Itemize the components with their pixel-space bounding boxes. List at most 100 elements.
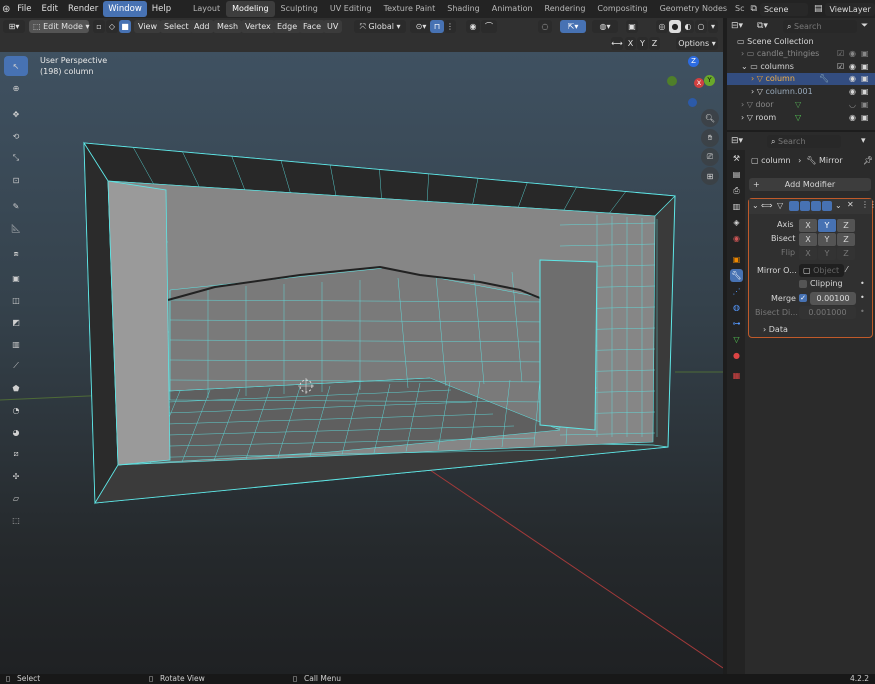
menu-window[interactable]: Window xyxy=(103,1,147,17)
shrink-fatten-tool-icon[interactable]: ✣ xyxy=(4,466,28,486)
tab-scripting[interactable]: Sc xyxy=(733,1,746,17)
view-layer-icon[interactable]: ▤ xyxy=(814,4,823,14)
menu-face[interactable]: Face xyxy=(299,20,326,33)
tab-sculpting[interactable]: Sculpting xyxy=(275,1,324,17)
move-tool-icon[interactable]: ✥ xyxy=(4,104,28,124)
mirror-z-toggle[interactable]: Z xyxy=(649,37,660,50)
grid-projection-icon[interactable]: ⊞ xyxy=(701,167,719,185)
tab-rendering[interactable]: Rendering xyxy=(539,1,592,17)
wireframe-shading-button[interactable]: ◎ xyxy=(656,20,668,33)
tab-compositing[interactable]: Compositing xyxy=(591,1,653,17)
loop-cut-tool-icon[interactable]: ▥ xyxy=(4,334,28,354)
transform-tool-icon[interactable]: ⊡ xyxy=(4,170,28,190)
cursor-tool-icon[interactable]: ⊕ xyxy=(4,78,28,98)
outliner-row-candle-thingies[interactable]: › ▭ candle_thingies ☑ ◉ ▣ xyxy=(727,48,875,60)
clipping-checkbox[interactable] xyxy=(799,280,807,288)
eyedropper-icon[interactable]: ⁄ xyxy=(846,265,847,274)
remove-modifier-icon[interactable]: ✕ xyxy=(847,200,854,209)
object-tab-icon[interactable]: ▣ xyxy=(730,253,743,266)
texture-tab-icon[interactable]: ▦ xyxy=(730,369,743,382)
camera-render-icon[interactable]: ▣ xyxy=(861,48,869,60)
outliner-row-column-001[interactable]: › ▽ column.001 ◉ ▣ xyxy=(727,86,875,98)
flip-z-toggle[interactable]: Z xyxy=(837,247,855,260)
add-cube-tool-icon[interactable]: ⧈ xyxy=(4,244,28,264)
xray-toggle[interactable]: ▣ xyxy=(626,20,638,33)
drag-handle-icon[interactable]: ⋮⋮ xyxy=(861,200,875,209)
properties-options-icon[interactable]: ▾ xyxy=(861,136,866,146)
render-tab-icon[interactable]: ▤ xyxy=(730,168,743,181)
y-axis-handle[interactable]: Y xyxy=(704,75,715,86)
pin-icon[interactable]: 📌︎ xyxy=(863,156,873,165)
tab-shading[interactable]: Shading xyxy=(441,1,486,17)
pivot-selector[interactable]: ⊙▾ xyxy=(410,20,432,33)
z-axis-handle[interactable]: Z xyxy=(688,56,699,67)
bevel-tool-icon[interactable]: ◩ xyxy=(4,312,28,332)
scene-canvas[interactable] xyxy=(0,52,723,674)
modifier-tab-icon[interactable]: 🔧︎ xyxy=(730,269,743,282)
edge-slide-tool-icon[interactable]: ⧄ xyxy=(4,444,28,464)
menu-help[interactable]: Help xyxy=(147,1,176,17)
tab-modeling[interactable]: Modeling xyxy=(226,1,275,17)
view-layer-selector[interactable]: ViewLayer xyxy=(825,2,875,16)
tab-uv-editing[interactable]: UV Editing xyxy=(324,1,378,17)
collapse-icon[interactable]: ⌄ xyxy=(752,201,759,210)
merge-checkbox[interactable]: ✓ xyxy=(799,294,807,302)
axis-z-toggle[interactable]: Z xyxy=(837,219,855,232)
scene-icon[interactable]: ⧉ xyxy=(751,4,757,14)
menu-select[interactable]: Select xyxy=(160,20,193,33)
mirror-y-toggle[interactable]: Y xyxy=(637,37,648,50)
outliner-row-door[interactable]: › ▽ door ▽ ◡ ▣ xyxy=(727,99,875,111)
knife-tool-icon[interactable]: ⟋ xyxy=(4,356,28,376)
menu-uv[interactable]: UV xyxy=(323,20,343,33)
outliner-editor-icon[interactable]: ⊟▾ xyxy=(731,21,743,31)
solid-shading-button[interactable]: ● xyxy=(669,20,681,33)
x-axis-handle[interactable]: X xyxy=(694,78,704,88)
face-select-button[interactable]: ■ xyxy=(119,20,131,33)
menu-view[interactable]: View xyxy=(134,20,161,33)
checkbox-icon[interactable]: ☑ xyxy=(837,48,844,60)
editor-type-button[interactable]: ⊞▾ xyxy=(3,20,25,33)
keyframe-dot-icon[interactable]: • xyxy=(860,307,865,316)
properties-editor-icon[interactable]: ⊟▾ xyxy=(731,136,743,146)
options-dropdown[interactable]: Options ▾ xyxy=(676,37,718,50)
mode-selector[interactable]: ⬚ Edit Mode ▾ xyxy=(29,20,90,33)
outliner-row-room[interactable]: › ▽ room ▽ ◉ ▣ xyxy=(727,112,875,124)
output-tab-icon[interactable]: ⎙ xyxy=(730,184,743,197)
flip-x-toggle[interactable]: X xyxy=(799,247,817,260)
scale-tool-icon[interactable]: ⤡ xyxy=(4,148,28,168)
bisect-y-toggle[interactable]: Y xyxy=(818,233,836,246)
add-modifier-button[interactable]: + Add Modifier xyxy=(749,178,871,191)
particles-tab-icon[interactable]: ⋰ xyxy=(730,285,743,298)
menu-render[interactable]: Render xyxy=(63,1,103,17)
data-subpanel-toggle[interactable]: › Data xyxy=(763,325,788,334)
properties-search-input[interactable]: ⌕ Search xyxy=(767,135,841,148)
spin-tool-icon[interactable]: ◔ xyxy=(4,400,28,420)
keyframe-dot-icon[interactable]: • xyxy=(860,279,865,288)
bisect-x-toggle[interactable]: X xyxy=(799,233,817,246)
overlay-toggle[interactable]: ◍▾ xyxy=(592,20,618,33)
outliner-search-input[interactable]: ⌕ Search xyxy=(783,20,857,33)
render-toggle[interactable] xyxy=(822,201,832,211)
tab-geometry-nodes[interactable]: Geometry Nodes xyxy=(654,1,733,17)
expand-arrow-icon[interactable]: › ▭ xyxy=(727,49,757,58)
neg-z-axis-handle[interactable] xyxy=(688,98,697,107)
collapse-arrow-icon[interactable]: ⌄ ▭ xyxy=(727,62,760,71)
mirror-options-icon[interactable]: ⟷ xyxy=(611,37,623,50)
outliner-row-column[interactable]: › ▽ column 🔧︎ ◉ ▣ xyxy=(727,73,875,85)
extrude-tool-icon[interactable]: ▣ xyxy=(4,268,28,288)
menu-mesh[interactable]: Mesh xyxy=(213,20,243,33)
scene-tab-icon[interactable]: ◈ xyxy=(730,216,743,229)
keyframe-dot-icon[interactable]: • xyxy=(860,293,865,302)
viewport-toggle[interactable] xyxy=(811,201,821,211)
edge-select-button[interactable]: ◇ xyxy=(106,20,118,33)
gizmo-toggle[interactable]: ⇱▾ xyxy=(560,20,586,33)
flip-y-toggle[interactable]: Y xyxy=(818,247,836,260)
menu-edge[interactable]: Edge xyxy=(273,20,302,33)
material-tab-icon[interactable]: ● xyxy=(730,349,743,362)
poly-build-tool-icon[interactable]: ⬟ xyxy=(4,378,28,398)
tab-animation[interactable]: Animation xyxy=(486,1,539,17)
data-tab-icon[interactable]: ▽ xyxy=(730,333,743,346)
bisect-distance-field[interactable]: 0.001000 xyxy=(799,306,856,319)
neg-y-axis-handle[interactable] xyxy=(667,76,677,86)
menu-edit[interactable]: Edit xyxy=(37,1,63,17)
